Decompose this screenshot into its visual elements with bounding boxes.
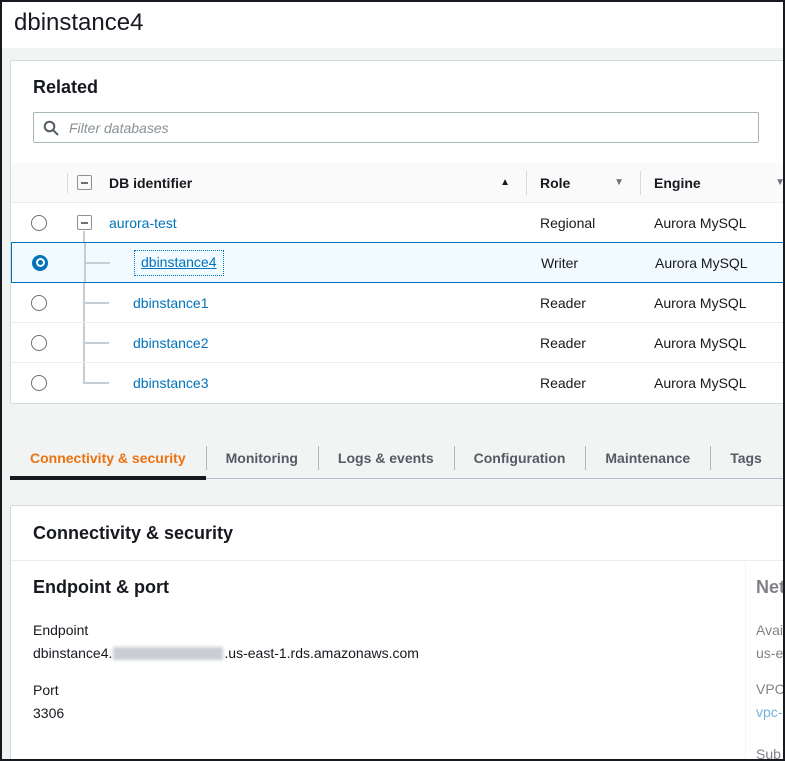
engine-cell: Aurora MySQL <box>640 323 785 362</box>
table-row-dbinstance2[interactable]: dbinstance2 Reader Aurora MySQL <box>11 323 785 363</box>
tree-connector <box>85 262 110 264</box>
tab-logs-events[interactable]: Logs & events <box>318 440 454 478</box>
endpoint-label: Endpoint <box>33 622 723 638</box>
role-cell: Reader <box>526 323 640 362</box>
radio-dbinstance3[interactable] <box>31 375 47 391</box>
radio-dbinstance2[interactable] <box>31 335 47 351</box>
tab-monitoring[interactable]: Monitoring <box>206 440 318 478</box>
role-cell: Regional <box>526 203 640 242</box>
networking-section-partial: Net Avail us-e VPC vpc- Sub <box>745 561 785 761</box>
endpoint-value: dbinstance4..us-east-1.rds.amazonaws.com <box>33 645 723 662</box>
page-title: dbinstance4 <box>14 8 771 38</box>
filter-databases-box[interactable] <box>33 112 759 143</box>
focus-ring: dbinstance4 <box>134 250 224 276</box>
radio-dbinstance4-selected[interactable] <box>32 255 48 271</box>
db-link-dbinstance3[interactable]: dbinstance3 <box>133 375 209 391</box>
collapse-all-cell <box>67 163 101 202</box>
role-cell: Reader <box>526 363 640 403</box>
tree-connector <box>84 382 109 384</box>
tab-configuration[interactable]: Configuration <box>454 440 586 478</box>
db-link-dbinstance4[interactable]: dbinstance4 <box>141 254 217 270</box>
table-row-dbinstance3[interactable]: dbinstance3 Reader Aurora MySQL <box>11 363 785 403</box>
port-value: 3306 <box>33 705 723 721</box>
connectivity-security-title: Connectivity & security <box>33 523 777 544</box>
tab-maintenance[interactable]: Maintenance <box>585 440 710 478</box>
related-panel: Related DB identifier ▲ <box>10 60 785 404</box>
table-row-dbinstance4[interactable]: dbinstance4 Writer Aurora MySQL <box>11 242 785 283</box>
port-label: Port <box>33 682 723 698</box>
availability-zone-label-fragment: Avail <box>756 622 785 638</box>
column-header-engine[interactable]: Engine ▼ <box>640 163 785 202</box>
db-link-aurora-test[interactable]: aurora-test <box>109 215 177 231</box>
vpc-link-fragment[interactable]: vpc- <box>756 704 785 720</box>
vpc-label: VPC <box>756 681 785 697</box>
engine-filter-dropdown-icon[interactable]: ▼ <box>775 177 785 188</box>
collapse-row-toggle-icon[interactable] <box>77 215 92 230</box>
role-cell: Writer <box>527 243 641 282</box>
radio-dbinstance1[interactable] <box>31 295 47 311</box>
role-cell: Reader <box>526 283 640 322</box>
tree-connector <box>83 363 85 384</box>
sort-ascending-icon[interactable]: ▲ <box>500 177 510 188</box>
column-divider <box>640 171 641 195</box>
page-header: dbinstance4 <box>2 2 783 48</box>
column-divider <box>526 171 527 195</box>
engine-cell: Aurora MySQL <box>640 283 785 322</box>
table-row-aurora-test[interactable]: aurora-test Regional Aurora MySQL <box>11 203 785 243</box>
db-link-dbinstance2[interactable]: dbinstance2 <box>133 335 209 351</box>
column-header-role[interactable]: Role ▼ <box>526 163 640 202</box>
selection-column-header <box>11 163 67 202</box>
radio-aurora-test[interactable] <box>31 215 47 231</box>
db-link-dbinstance1[interactable]: dbinstance1 <box>133 295 209 311</box>
table-header-row: DB identifier ▲ Role ▼ Engine ▼ <box>11 163 785 203</box>
table-row-dbinstance1[interactable]: dbinstance1 Reader Aurora MySQL <box>11 283 785 323</box>
search-icon <box>43 120 59 136</box>
tree-connector <box>83 231 85 242</box>
availability-zone-value-fragment: us-e <box>756 645 785 661</box>
networking-heading-fragment: Net <box>756 577 785 598</box>
engine-cell: Aurora MySQL <box>641 243 785 282</box>
column-header-db-identifier[interactable]: DB identifier ▲ <box>101 163 526 202</box>
related-title: Related <box>33 77 777 98</box>
tab-connectivity-security[interactable]: Connectivity & security <box>10 440 206 478</box>
role-filter-dropdown-icon[interactable]: ▼ <box>614 177 624 188</box>
engine-cell: Aurora MySQL <box>640 203 785 242</box>
collapse-all-toggle-icon[interactable] <box>77 175 92 190</box>
detail-tabs: Connectivity & security Monitoring Logs … <box>10 440 785 479</box>
screenshot-frame: dbinstance4 Related DB identifier ▲ <box>0 0 785 761</box>
related-table: DB identifier ▲ Role ▼ Engine ▼ <box>11 163 785 403</box>
tree-connector <box>84 342 109 344</box>
endpoint-port-section: Endpoint & port Endpoint dbinstance4..us… <box>11 561 745 761</box>
subnet-group-label-fragment: Sub <box>756 746 785 761</box>
redacted-text-blur <box>113 647 223 660</box>
connectivity-security-panel: Connectivity & security Endpoint & port … <box>10 505 785 761</box>
column-divider <box>67 173 68 193</box>
engine-cell: Aurora MySQL <box>640 363 785 403</box>
endpoint-port-heading: Endpoint & port <box>33 577 723 598</box>
tab-tags[interactable]: Tags <box>710 440 782 478</box>
filter-databases-input[interactable] <box>67 119 749 137</box>
tree-connector <box>84 302 109 304</box>
